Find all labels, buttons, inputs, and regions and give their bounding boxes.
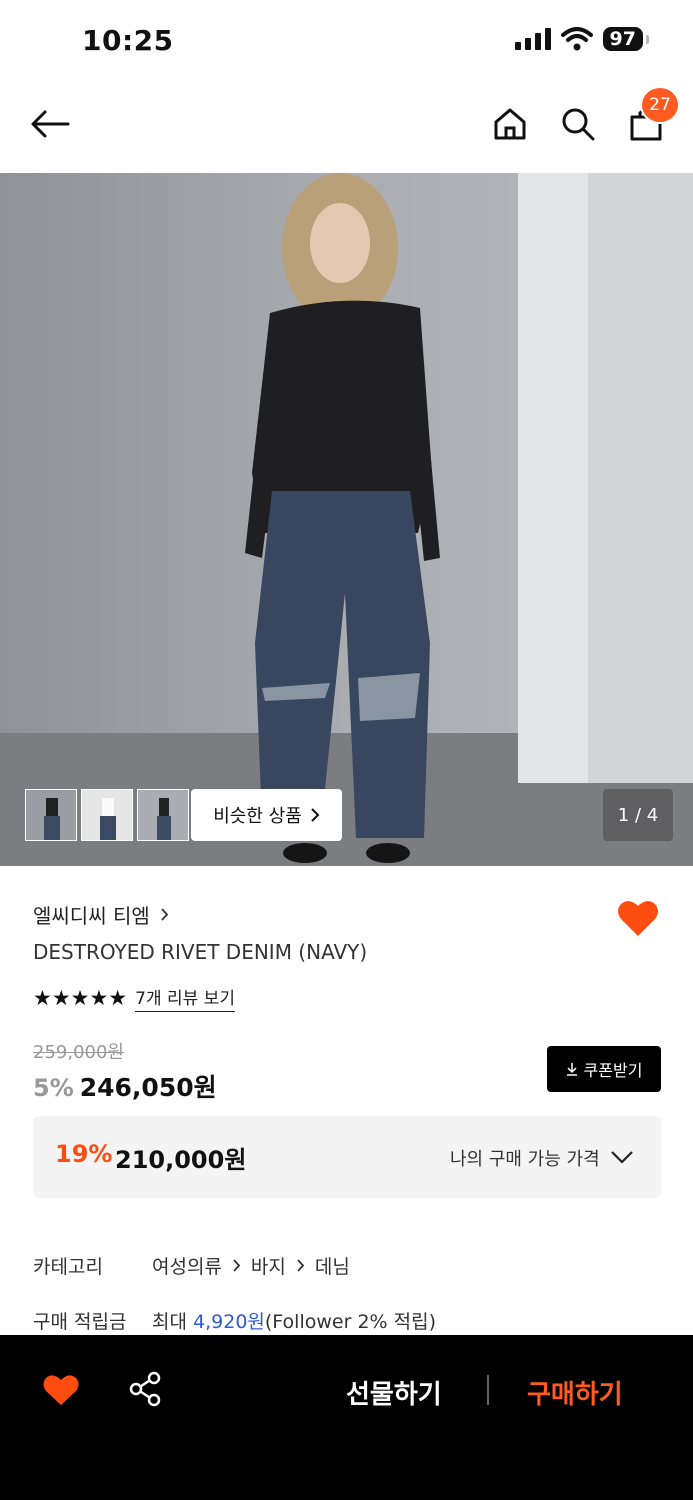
points-row: 구매 적립금 최대 4,920원(Follower 2% 적립) [33, 1307, 436, 1334]
rating-row: ★★★★★ 7개 리뷰 보기 [33, 984, 235, 1012]
points-key: 구매 적립금 [33, 1311, 127, 1333]
review-link[interactable]: 7개 리뷰 보기 [135, 984, 235, 1012]
points-prefix: 최대 [152, 1311, 187, 1333]
original-price: 259,000원 [33, 1042, 124, 1063]
product-photo [0, 173, 693, 866]
status-bar: 10:25 97 [0, 0, 693, 80]
status-icons: 97 [514, 27, 650, 51]
my-price-value: 210,000원 [115, 1146, 247, 1174]
thumbnail-3[interactable] [137, 789, 189, 841]
wishlist-heart-icon[interactable] [43, 1373, 79, 1407]
coupon-download-button[interactable]: 쿠폰받기 [547, 1046, 661, 1092]
chevron-right-icon [297, 1259, 305, 1272]
status-time: 10:25 [82, 24, 174, 57]
share-icon[interactable] [128, 1371, 162, 1407]
thumbnail-1[interactable] [25, 789, 77, 841]
category-breadcrumb: 여성의류 바지 데님 [152, 1252, 350, 1279]
home-button[interactable] [490, 104, 530, 144]
search-button[interactable] [558, 104, 598, 144]
bottom-action-bar: 선물하기 구매하기 [0, 1335, 693, 1500]
rating-stars: ★★★★★ [33, 986, 128, 1010]
my-price-box[interactable]: 19% 210,000원 나의 구매 가능 가격 [33, 1116, 661, 1198]
signal-icon [514, 28, 551, 50]
category-level-2[interactable]: 바지 [251, 1252, 286, 1279]
thumbnail-2[interactable] [81, 789, 133, 841]
top-nav [0, 80, 693, 172]
brand-link[interactable]: 엘씨디씨 티엠 [33, 900, 169, 929]
product-name: DESTROYED RIVET DENIM (NAVY) [33, 940, 368, 964]
search-icon [562, 108, 595, 141]
back-button[interactable] [30, 104, 70, 144]
points-value: 최대 4,920원(Follower 2% 적립) [152, 1307, 436, 1334]
similar-products-label: 비슷한 상품 [213, 806, 302, 827]
points-suffix: (Follower 2% 적립) [264, 1311, 436, 1333]
sale-percent: 5% [33, 1074, 74, 1102]
chevron-right-icon [161, 908, 168, 921]
battery-indicator: 97 [602, 27, 650, 51]
arrow-left-icon [31, 110, 70, 138]
chevron-down-icon [611, 1151, 633, 1164]
chevron-right-icon [311, 808, 320, 822]
my-price-percent: 19% [55, 1140, 113, 1168]
home-icon [494, 108, 526, 140]
category-level-1[interactable]: 여성의류 [152, 1252, 222, 1279]
my-price-label: 나의 구매 가능 가격 [450, 1149, 600, 1170]
download-icon [566, 1063, 577, 1076]
coupon-label: 쿠폰받기 [583, 1061, 643, 1080]
similar-products-button[interactable]: 비슷한 상품 [191, 789, 342, 841]
divider [487, 1375, 489, 1405]
sale-price: 246,050원 [79, 1073, 217, 1102]
thumbnail-strip [25, 789, 189, 841]
wishlist-heart-icon[interactable] [617, 898, 659, 938]
category-key: 카테고리 [33, 1256, 103, 1278]
points-amount: 4,920원 [193, 1311, 265, 1333]
buy-button[interactable]: 구매하기 [527, 1374, 623, 1411]
chevron-right-icon [233, 1259, 241, 1272]
category-level-3[interactable]: 데님 [315, 1252, 350, 1279]
sale-price-row: 5% 246,050원 [33, 1068, 217, 1104]
wifi-icon [560, 27, 593, 51]
gift-button[interactable]: 선물하기 [346, 1374, 442, 1411]
image-page-indicator: 1 / 4 [603, 789, 673, 841]
brand-name: 엘씨디씨 티엠 [33, 904, 150, 928]
category-row: 카테고리 여성의류 바지 데님 [33, 1252, 350, 1279]
cart-count-badge: 27 [640, 86, 680, 124]
product-image[interactable]: 비슷한 상품 1 / 4 [0, 173, 693, 866]
